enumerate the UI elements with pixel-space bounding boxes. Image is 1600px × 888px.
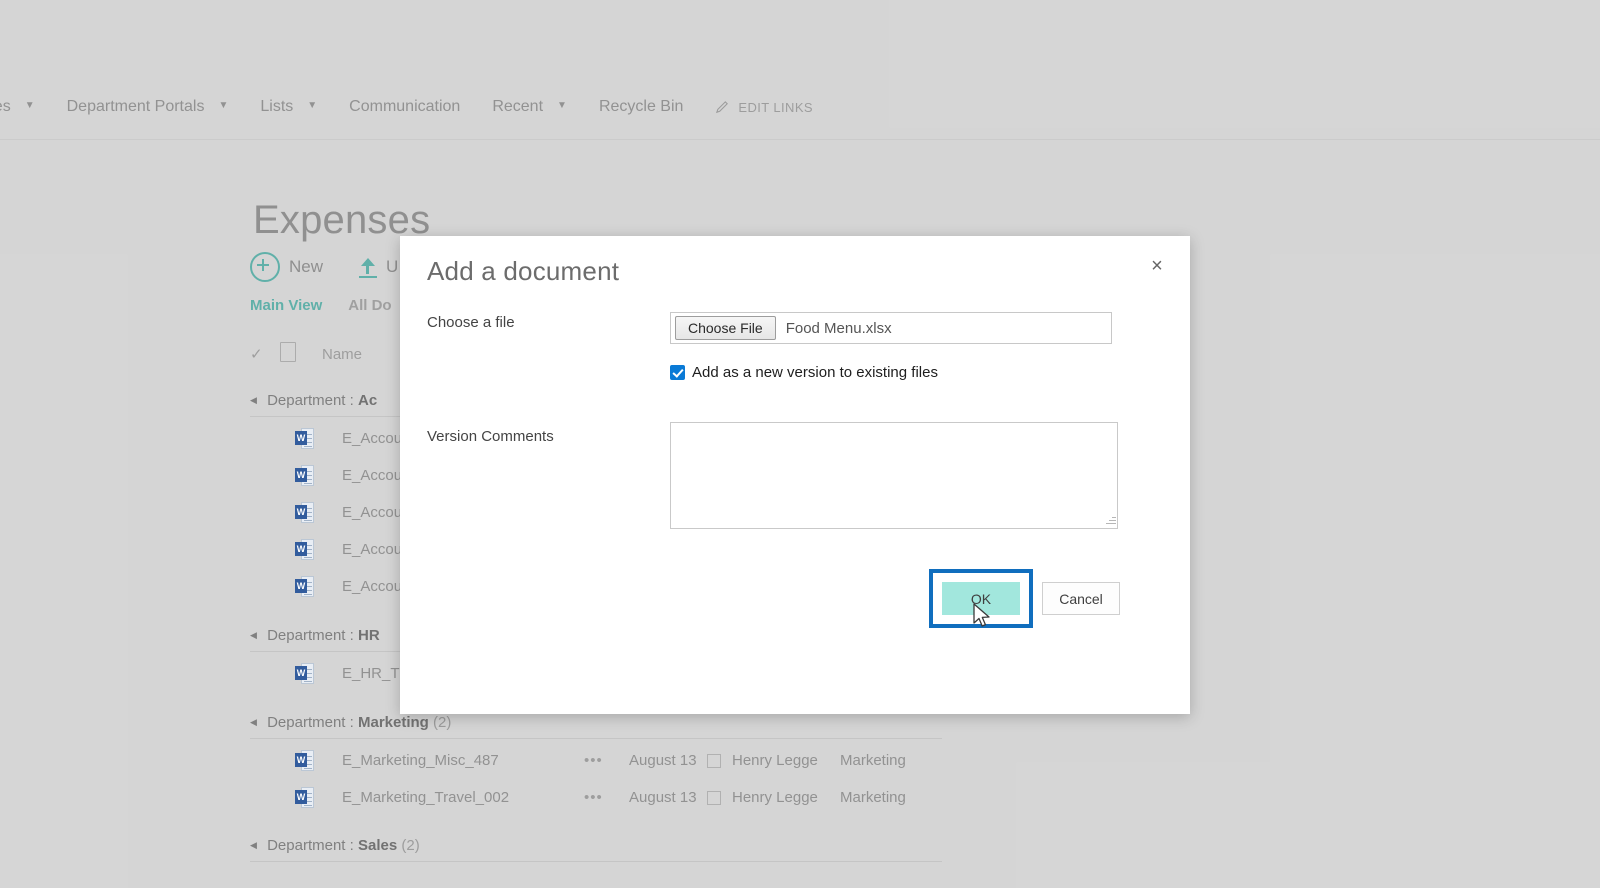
- nav-item-label: Department Portals: [66, 98, 205, 115]
- nav-item-department-portals[interactable]: Department Portals ▼: [51, 92, 245, 122]
- nav-item-label: ages: [0, 98, 11, 115]
- selected-file-name: Food Menu.xlsx: [785, 319, 892, 337]
- group-label: Department :: [267, 627, 354, 644]
- library-toolbar: New U: [250, 252, 398, 282]
- word-document-icon: W: [295, 428, 314, 449]
- view-tabs: Main View All Do: [250, 297, 392, 314]
- add-document-dialog: Add a document × Choose a file Choose Fi…: [400, 236, 1190, 714]
- collapse-arrow-icon[interactable]: ◀: [250, 717, 257, 728]
- nav-item-pages[interactable]: ages ▼: [0, 92, 51, 122]
- file-date: August 13: [629, 789, 697, 806]
- group-divider: [250, 861, 942, 862]
- group-divider: [250, 738, 942, 739]
- group-value: Marketing: [357, 714, 429, 731]
- screen: te ages ▼ Department Portals ▼ Lists ▼ C…: [0, 0, 1600, 888]
- group-header-sales[interactable]: ◀ Department : Sales (2): [250, 837, 420, 854]
- pencil-icon: [715, 100, 730, 115]
- group-value: Ac: [357, 392, 378, 409]
- table-row[interactable]: W E_Marketing_Travel_002 ••• August 13 H…: [295, 787, 950, 808]
- version-comments-input[interactable]: [670, 422, 1118, 529]
- new-button-label: New: [289, 257, 324, 276]
- word-document-icon: W: [295, 576, 314, 597]
- ok-button-focus-ring: OK: [929, 569, 1033, 628]
- dialog-title: Add a document: [427, 256, 620, 286]
- site-header: te ages ▼ Department Portals ▼ Lists ▼ C…: [0, 0, 1600, 140]
- word-document-icon: W: [295, 663, 314, 684]
- choose-file-button[interactable]: Choose File: [675, 316, 776, 340]
- top-navigation: ages ▼ Department Portals ▼ Lists ▼ Comm…: [0, 92, 829, 122]
- add-as-new-version-label: Add as a new version to existing files: [692, 364, 938, 381]
- file-author: Henry Legge: [732, 752, 818, 769]
- row-checkbox[interactable]: [707, 753, 721, 768]
- nav-item-communication[interactable]: Communication: [333, 92, 476, 122]
- document-icon[interactable]: [280, 342, 322, 366]
- table-row[interactable]: W E_Marketing_Misc_487 ••• August 13 Hen…: [295, 750, 950, 771]
- collapse-arrow-icon[interactable]: ◀: [250, 840, 257, 851]
- nav-item-label: Recent: [492, 98, 544, 115]
- version-comments-label: Version Comments: [427, 428, 554, 445]
- file-name[interactable]: E_Marketing_Travel_002: [342, 789, 584, 806]
- file-author: Henry Legge: [732, 789, 818, 806]
- word-document-icon: W: [295, 787, 314, 808]
- row-checkbox[interactable]: [707, 790, 721, 805]
- group-value: HR: [357, 627, 380, 644]
- add-as-new-version-row[interactable]: Add as a new version to existing files: [670, 364, 938, 381]
- add-as-new-version-checkbox[interactable]: [670, 365, 685, 380]
- collapse-arrow-icon[interactable]: ◀: [250, 395, 257, 406]
- upload-icon: [359, 256, 378, 278]
- file-date: August 13: [629, 752, 697, 769]
- upload-button[interactable]: U: [359, 256, 398, 278]
- group-header-hr[interactable]: ◀ Department : HR: [250, 627, 380, 644]
- dialog-buttons: OK Cancel: [929, 569, 1120, 628]
- choose-file-label: Choose a file: [427, 314, 515, 331]
- group-label: Department :: [267, 837, 354, 854]
- cancel-button[interactable]: Cancel: [1042, 582, 1120, 615]
- new-button[interactable]: New: [250, 252, 323, 282]
- nav-item-label: Communication: [349, 98, 461, 115]
- collapse-arrow-icon[interactable]: ◀: [250, 630, 257, 641]
- ok-button[interactable]: OK: [942, 582, 1020, 615]
- tab-main-view[interactable]: Main View: [250, 297, 322, 314]
- word-document-icon: W: [295, 750, 314, 771]
- edit-links-label: EDIT LINKS: [738, 99, 813, 115]
- chevron-down-icon[interactable]: ▼: [307, 91, 317, 121]
- group-label: Department :: [267, 392, 354, 409]
- group-label: Department :: [267, 714, 354, 731]
- circle-plus-icon: [250, 252, 280, 282]
- nav-item-label: Recycle Bin: [598, 98, 684, 115]
- row-more-actions[interactable]: •••: [584, 789, 629, 806]
- tab-all-documents[interactable]: All Do: [348, 297, 391, 314]
- chevron-down-icon[interactable]: ▼: [218, 91, 228, 121]
- group-header-accounting[interactable]: ◀ Department : Ac: [250, 392, 377, 409]
- close-icon[interactable]: ×: [1142, 250, 1172, 280]
- word-document-icon: W: [295, 502, 314, 523]
- file-name[interactable]: E_Marketing_Misc_487: [342, 752, 584, 769]
- word-document-icon: W: [295, 465, 314, 486]
- nav-item-label: Lists: [260, 98, 294, 115]
- group-count: (2): [433, 714, 452, 731]
- group-header-marketing[interactable]: ◀ Department : Marketing (2): [250, 714, 451, 731]
- checkmark-icon[interactable]: ✓: [250, 345, 280, 363]
- file-department: Marketing: [840, 789, 906, 806]
- chevron-down-icon[interactable]: ▼: [557, 91, 567, 121]
- file-department: Marketing: [840, 752, 906, 769]
- nav-item-recent[interactable]: Recent ▼: [476, 92, 583, 122]
- nav-item-recycle-bin[interactable]: Recycle Bin: [583, 92, 699, 122]
- word-document-icon: W: [295, 539, 314, 560]
- file-input[interactable]: Choose File Food Menu.xlsx: [670, 312, 1112, 344]
- row-more-actions[interactable]: •••: [584, 752, 629, 769]
- chevron-down-icon[interactable]: ▼: [25, 91, 35, 121]
- upload-button-label: U: [386, 257, 399, 276]
- nav-item-lists[interactable]: Lists ▼: [244, 92, 333, 122]
- edit-links-button[interactable]: EDIT LINKS: [699, 100, 829, 115]
- group-count: (2): [401, 837, 420, 854]
- group-value: Sales: [357, 837, 398, 854]
